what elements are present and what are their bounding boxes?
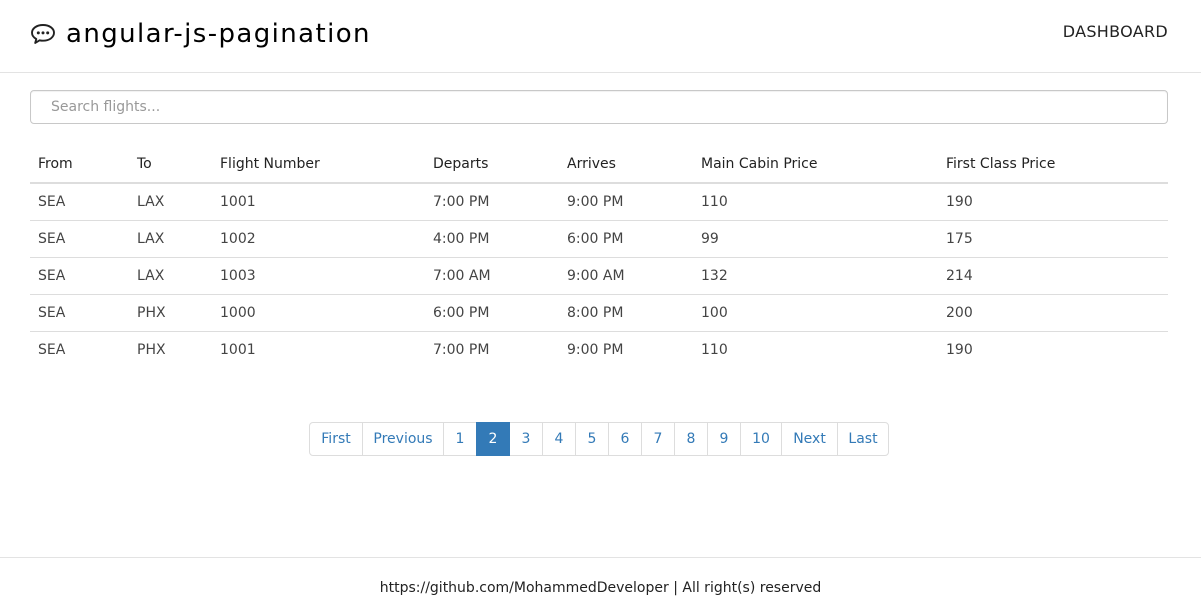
table-cell: 1001: [220, 342, 256, 358]
search-input[interactable]: [30, 90, 1168, 124]
table-cell: SEA: [30, 183, 129, 221]
table-cell: 190: [946, 342, 973, 358]
table-cell: PHX: [137, 342, 166, 358]
column-header[interactable]: First Class Price: [938, 146, 1168, 184]
pagination-page-1[interactable]: 1: [443, 422, 477, 456]
table-cell: 110: [693, 183, 938, 221]
pagination-page-6[interactable]: 6: [608, 422, 642, 456]
pagination-next-button[interactable]: Next: [781, 422, 838, 456]
table-cell: 100: [693, 294, 938, 332]
pagination-first-button[interactable]: First: [309, 422, 363, 456]
table-cell: 7:00 AM: [425, 257, 559, 295]
table-cell: 1000: [212, 294, 425, 332]
table-row: SEA PHX 1000 6:00 PM 8:00 PM 100 200: [30, 294, 1168, 332]
table-cell: 132: [693, 257, 938, 295]
footer-text: https://github.com/MohammedDeveloper | A…: [379, 580, 822, 596]
table-cell: 6:00 PM: [559, 220, 693, 258]
table-cell: LAX: [129, 183, 212, 221]
table-row: SEA LAX 1001 7:00 PM 9:00 PM 110 190: [30, 183, 1168, 221]
table-cell: LAX: [129, 257, 212, 295]
pagination-page-9[interactable]: 9: [707, 422, 741, 456]
column-header[interactable]: Arrives: [559, 146, 693, 184]
table-row: SEA PHX 1001 7:00 PM 9:00 PM 110 190: [30, 332, 1168, 369]
table-row: SEA LAX 1003 7:00 AM 9:00 AM 132 214: [30, 257, 1168, 295]
column-header[interactable]: Departs: [425, 146, 559, 184]
footer: https://github.com/MohammedDeveloper | A…: [0, 557, 1201, 607]
table-cell: 1002: [212, 220, 425, 258]
table-cell: 1003: [212, 257, 425, 295]
table-cell: 190: [938, 183, 1168, 221]
table-cell: SEA: [30, 257, 129, 295]
table-cell: 99: [693, 220, 938, 258]
table-cell: 9:00 AM: [559, 257, 693, 295]
table-header-row: From To Flight Number Departs Arrives Ma…: [30, 146, 1168, 184]
column-header[interactable]: To: [129, 146, 212, 184]
header: angular-js-pagination DASHBOARD: [0, 0, 1201, 73]
app-title: angular-js-pagination: [66, 19, 371, 49]
pagination-page-4[interactable]: 4: [542, 422, 576, 456]
table-cell: LAX: [129, 220, 212, 258]
pagination-page-7[interactable]: 7: [641, 422, 675, 456]
brand-link[interactable]: angular-js-pagination: [30, 18, 371, 50]
pagination-page-8[interactable]: 8: [674, 422, 708, 456]
table-cell: SEA: [38, 342, 66, 358]
table-cell: PHX: [129, 294, 212, 332]
pagination-previous-button[interactable]: Previous: [362, 422, 444, 456]
table-cell: 175: [938, 220, 1168, 258]
pagination-page-10[interactable]: 10: [740, 422, 782, 456]
table-cell: 9:00 PM: [567, 342, 624, 358]
table-cell: SEA: [30, 220, 129, 258]
flights-table: From To Flight Number Departs Arrives Ma…: [30, 146, 1168, 368]
table-cell: 7:00 PM: [425, 183, 559, 221]
table-cell: 200: [938, 294, 1168, 332]
chat-bubble-icon: [31, 24, 55, 44]
table-cell: 7:00 PM: [433, 342, 490, 358]
table-cell: SEA: [30, 294, 129, 332]
table-cell: 4:00 PM: [425, 220, 559, 258]
column-header[interactable]: Flight Number: [212, 146, 425, 184]
column-header[interactable]: From: [30, 146, 129, 184]
table-row: SEA LAX 1002 4:00 PM 6:00 PM 99 175: [30, 220, 1168, 258]
table-cell: 1001: [212, 183, 425, 221]
pagination-page-5[interactable]: 5: [575, 422, 609, 456]
table-cell: 6:00 PM: [425, 294, 559, 332]
pagination: First Previous 1 2 3 4 5 6 7 8 9 10 Next…: [309, 422, 889, 456]
column-header[interactable]: Main Cabin Price: [693, 146, 938, 184]
pagination-page-3[interactable]: 3: [509, 422, 543, 456]
table-cell: 8:00 PM: [559, 294, 693, 332]
table-cell: 9:00 PM: [559, 183, 693, 221]
nav-dashboard-link[interactable]: DASHBOARD: [1063, 21, 1168, 43]
pagination-page-2-current[interactable]: 2: [476, 422, 510, 456]
table-cell: 214: [938, 257, 1168, 295]
pagination-last-button[interactable]: Last: [837, 422, 889, 456]
table-cell: 110: [701, 342, 728, 358]
